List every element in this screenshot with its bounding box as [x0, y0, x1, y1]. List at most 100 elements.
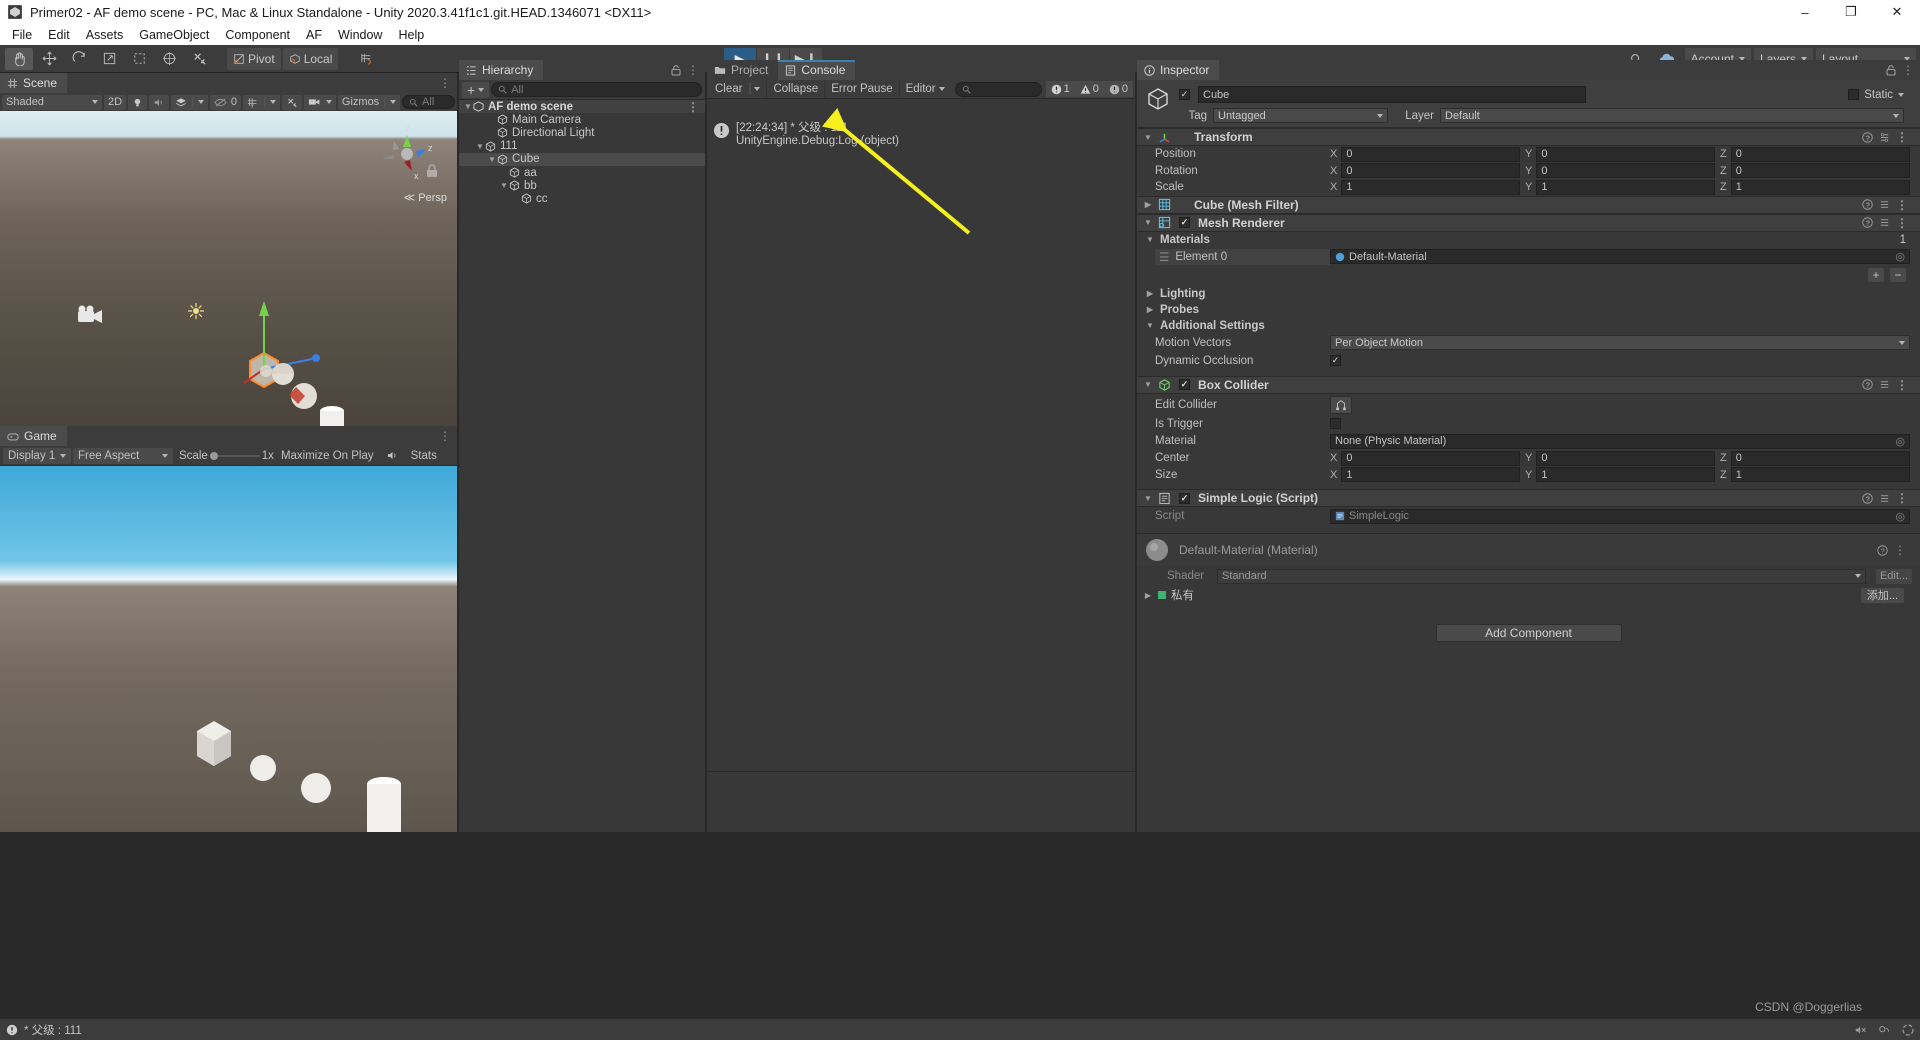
box-collider-component-header[interactable]: ▼ ✓ Box Collider ? ⋮	[1137, 375, 1920, 394]
dynamic-occlusion-checkbox[interactable]: ✓	[1330, 355, 1341, 366]
probes-foldout[interactable]: ▶ Probes	[1137, 302, 1920, 318]
help-icon[interactable]: ?	[1862, 217, 1873, 228]
collider-size-y-input[interactable]: 1	[1536, 467, 1715, 483]
component-menu-icon[interactable]: ⋮	[1896, 199, 1908, 211]
scene-viewport[interactable]: y z x ≪ Persp	[0, 111, 457, 426]
rotate-tool-icon[interactable]	[65, 48, 93, 70]
transform-rotation-x-input[interactable]: 0	[1341, 163, 1520, 179]
preset-icon[interactable]	[1879, 379, 1890, 390]
move-tool-icon[interactable]	[35, 48, 63, 70]
transform-position-z-input[interactable]: 0	[1730, 146, 1910, 162]
scene-fx-dropdown[interactable]: |	[171, 94, 208, 110]
material-preview-header[interactable]: Default-Material (Material) ? ⋮	[1137, 533, 1920, 566]
transform-scale-z-input[interactable]: 1	[1730, 179, 1910, 195]
hierarchy-menu-icon[interactable]: ⋮	[687, 64, 699, 76]
transform-tool-icon[interactable]	[155, 48, 183, 70]
preset-icon[interactable]	[1879, 132, 1890, 143]
tab-scene[interactable]: Scene	[0, 73, 68, 93]
game-menu-icon[interactable]: ⋮	[439, 430, 451, 442]
rect-tool-icon[interactable]	[125, 48, 153, 70]
error-pause-button[interactable]: Error Pause	[824, 80, 898, 98]
scene-menu-icon[interactable]: ⋮	[439, 77, 451, 89]
scene-grid-dropdown[interactable]: y |	[243, 94, 280, 110]
preset-icon[interactable]	[1879, 217, 1890, 228]
foldout-arrow-icon[interactable]: ▶	[1143, 200, 1153, 209]
transform-component-header[interactable]: ▼ Transform ? ⋮	[1137, 128, 1920, 146]
hierarchy-tree[interactable]: ▼ AF demo scene ⋮▶Main Camera▶Directional …	[459, 100, 705, 832]
transform-rotation-z-input[interactable]: 0	[1730, 163, 1910, 179]
pivot-toggle-button[interactable]: Pivot	[227, 47, 281, 70]
simple-logic-component-header[interactable]: ▼ ✓ Simple Logic (Script) ? ⋮	[1137, 489, 1920, 507]
help-icon[interactable]: ?	[1862, 199, 1873, 210]
collider-center-x-input[interactable]: 0	[1341, 450, 1520, 466]
materials-foldout[interactable]: ▼ Materials 1	[1137, 232, 1920, 248]
hierarchy-item[interactable]: ▼ Cube	[459, 152, 705, 166]
gameobject-name-input[interactable]: Cube	[1198, 86, 1586, 103]
foldout-arrow-icon[interactable]: ▼	[1145, 235, 1155, 244]
collider-center-y-input[interactable]: 0	[1536, 450, 1715, 466]
foldout-arrow-icon[interactable]: ▼	[487, 155, 497, 164]
transform-scale-y-input[interactable]: 1	[1536, 179, 1715, 195]
draw-mode-dropdown[interactable]: Shaded	[2, 94, 102, 110]
layer-dropdown[interactable]: Default	[1440, 108, 1904, 123]
component-menu-icon[interactable]: ⋮	[1896, 379, 1908, 391]
transform-scale-x-input[interactable]: 1	[1341, 179, 1520, 195]
minimize-button[interactable]: –	[1782, 0, 1828, 24]
tab-hierarchy[interactable]: Hierarchy	[459, 60, 544, 80]
hierarchy-item[interactable]: ▶Main Camera	[459, 113, 705, 126]
mute-audio-button[interactable]	[381, 448, 404, 464]
collider-size-x-input[interactable]: 1	[1341, 467, 1520, 483]
motion-vectors-dropdown[interactable]: Per Object Motion	[1330, 335, 1910, 350]
component-menu-icon[interactable]: ⋮	[1896, 217, 1908, 229]
stats-button[interactable]: Stats	[406, 448, 442, 464]
hierarchy-item[interactable]: ▼ AF demo scene ⋮	[459, 100, 705, 114]
static-checkbox[interactable]	[1848, 89, 1860, 100]
scale-slider[interactable]	[209, 451, 260, 460]
hierarchy-item[interactable]: ▶cc	[459, 192, 705, 205]
lock-icon[interactable]	[671, 64, 681, 76]
hierarchy-item[interactable]: ▶aa	[459, 166, 705, 179]
scene-snap-tool[interactable]	[281, 94, 302, 110]
additional-settings-foldout[interactable]: ▼ Additional Settings	[1137, 318, 1920, 334]
collab-icon[interactable]	[1878, 1024, 1892, 1036]
transform-position-x-input[interactable]: 0	[1341, 146, 1520, 162]
menu-gameobject[interactable]: GameObject	[131, 26, 217, 44]
component-menu-icon[interactable]: ⋮	[1896, 492, 1908, 504]
foldout-arrow-icon[interactable]: ▶	[1145, 305, 1155, 314]
component-menu-icon[interactable]: ⋮	[1896, 131, 1908, 143]
collider-size-z-input[interactable]: 1	[1730, 467, 1910, 483]
scene-lighting-toggle[interactable]	[128, 94, 148, 110]
preset-icon[interactable]	[1879, 493, 1890, 504]
close-button[interactable]: ✕	[1874, 0, 1920, 24]
inspector-menu-icon[interactable]: ⋮	[1902, 64, 1914, 76]
mesh-filter-component-header[interactable]: ▶ Cube (Mesh Filter) ? ⋮	[1137, 195, 1920, 214]
tab-project[interactable]: Project	[707, 60, 779, 80]
2d-toggle-button[interactable]: 2D	[104, 94, 127, 110]
edit-collider-button[interactable]	[1330, 395, 1352, 414]
component-menu-icon[interactable]: ⋮	[1894, 544, 1906, 556]
tag-dropdown[interactable]: Untagged	[1213, 108, 1388, 123]
scene-context-menu-icon[interactable]: ⋮	[687, 101, 705, 113]
gizmos-dropdown[interactable]: Gizmos |	[337, 94, 401, 110]
foldout-arrow-icon[interactable]: ▼	[463, 102, 473, 111]
warning-count-badge[interactable]: 0	[1074, 81, 1104, 97]
add-gameobject-button[interactable]: +	[462, 81, 490, 98]
shader-edit-button[interactable]: Edit...	[1876, 568, 1912, 584]
box-collider-enabled-checkbox[interactable]: ✓	[1179, 379, 1190, 390]
clear-button[interactable]: Clear |	[709, 81, 766, 98]
aspect-dropdown[interactable]: Free Aspect	[73, 447, 173, 464]
help-icon[interactable]: ?	[1862, 492, 1873, 504]
hand-tool-icon[interactable]	[5, 47, 33, 70]
collapse-button[interactable]: Collapse	[766, 80, 824, 98]
maximize-on-play-button[interactable]: Maximize On Play	[276, 448, 379, 464]
game-viewport[interactable]	[0, 466, 457, 832]
display-dropdown[interactable]: Display 1	[3, 447, 71, 464]
custom-tool-icon[interactable]	[185, 48, 213, 70]
grid-snapping-icon[interactable]	[352, 48, 380, 70]
remove-material-button[interactable]: −	[1890, 267, 1906, 282]
add-component-button[interactable]: Add Component	[1435, 624, 1622, 642]
shader-dropdown[interactable]: Standard	[1217, 568, 1866, 584]
transform-rotation-y-input[interactable]: 0	[1536, 163, 1715, 179]
drag-handle-icon[interactable]: ☰	[1159, 250, 1169, 264]
lighting-foldout[interactable]: ▶ Lighting	[1137, 286, 1920, 302]
